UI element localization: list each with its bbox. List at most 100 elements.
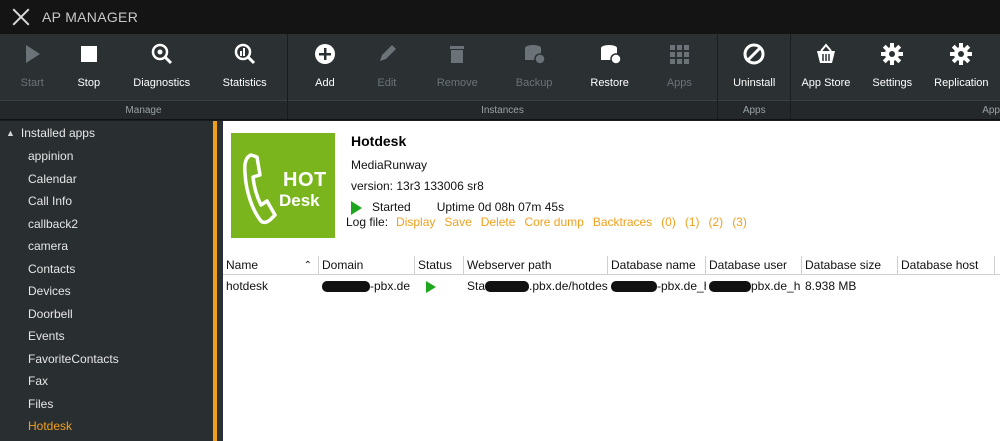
column-header-webserver-path[interactable]: Webserver path bbox=[464, 256, 608, 275]
cell-database-name: -pbx.de_ho bbox=[608, 276, 706, 296]
instances-table-header: Name ⌃ Domain Status Webserver path Data… bbox=[223, 256, 1000, 275]
toolbar: Start Stop Diagnostics Statistics Manage… bbox=[0, 34, 1000, 120]
cell-name: hotdesk bbox=[226, 279, 269, 293]
column-header-name[interactable]: Name ⌃ bbox=[223, 256, 319, 275]
app-info: Hotdesk MediaRunway version: 13r3 133006… bbox=[351, 133, 564, 218]
app-vendor: MediaRunway bbox=[351, 158, 428, 172]
close-icon[interactable] bbox=[10, 6, 32, 28]
redaction-mark bbox=[611, 281, 657, 293]
statistics-icon bbox=[233, 42, 257, 66]
sidebar-item-appinion[interactable]: appinion bbox=[0, 145, 213, 168]
phone-handset-icon bbox=[243, 153, 277, 225]
app-version: version: 13r3 133006 sr8 bbox=[351, 179, 484, 193]
backtrace-0-link[interactable]: (0) bbox=[661, 215, 676, 229]
settings-button[interactable]: Settings bbox=[872, 34, 912, 100]
backtrace-2-link[interactable]: (2) bbox=[709, 215, 724, 229]
sidebar-item-hotdesk[interactable]: Hotdesk bbox=[0, 415, 213, 438]
backup-button[interactable]: Backup bbox=[516, 34, 552, 100]
cell-database-size: 8.938 MB bbox=[805, 279, 857, 293]
statistics-button[interactable]: Statistics bbox=[223, 34, 267, 100]
log-file-label: Log file: bbox=[346, 215, 389, 229]
collapse-arrow-icon: ▲ bbox=[6, 128, 15, 138]
add-icon bbox=[313, 42, 337, 66]
group-label-app: App bbox=[791, 100, 1000, 119]
sidebar-item-events[interactable]: Events bbox=[0, 325, 213, 348]
backtrace-1-link[interactable]: (1) bbox=[685, 215, 700, 229]
app-detail-panel: HOT Desk Hotdesk MediaRunway version: 13… bbox=[223, 121, 1000, 441]
table-row[interactable]: hotdesk -pbx.de Sta .pbx.de/hotdesk -pbx.… bbox=[223, 276, 1000, 296]
column-header-status[interactable]: Status bbox=[415, 256, 464, 275]
log-backtraces-link[interactable]: Backtraces bbox=[593, 215, 652, 229]
group-label-manage: Manage bbox=[0, 100, 287, 119]
hotdesk-logo: HOT Desk bbox=[231, 133, 335, 238]
log-core-dump-link[interactable]: Core dump bbox=[524, 215, 583, 229]
redaction-mark bbox=[485, 281, 530, 293]
add-button[interactable]: Add bbox=[313, 34, 337, 100]
group-apps: Uninstall Apps bbox=[717, 34, 792, 119]
app-store-button[interactable]: App Store bbox=[801, 34, 850, 100]
group-instances: Add Edit Remove Backup Restore Apps Inst… bbox=[287, 34, 718, 119]
redaction-mark bbox=[322, 281, 370, 293]
pencil-icon bbox=[375, 42, 399, 66]
play-icon bbox=[20, 42, 44, 66]
log-file-row: Log file: Display Save Delete Core dump … bbox=[346, 213, 756, 231]
sidebar-item-fax[interactable]: Fax bbox=[0, 370, 213, 393]
restore-button[interactable]: Restore bbox=[590, 34, 629, 100]
column-header-database-user[interactable]: Database user bbox=[706, 256, 802, 275]
cell-database-host bbox=[898, 276, 995, 296]
sidebar: ▲ Installed apps appinion Calendar Call … bbox=[0, 121, 213, 441]
running-status-icon bbox=[426, 280, 436, 293]
cell-database-user: pbx.de_h bbox=[706, 276, 802, 296]
column-header-database-name[interactable]: Database name bbox=[608, 256, 706, 275]
backtrace-3-link[interactable]: (3) bbox=[732, 215, 747, 229]
diagnostics-icon bbox=[150, 42, 174, 66]
group-label-apps: Apps bbox=[717, 100, 791, 119]
column-header-domain[interactable]: Domain bbox=[319, 256, 415, 275]
basket-icon bbox=[814, 42, 838, 66]
remove-button[interactable]: Remove bbox=[437, 34, 478, 100]
title-bar: AP MANAGER bbox=[0, 0, 1000, 34]
replication-button[interactable]: Replication bbox=[934, 34, 989, 100]
redaction-mark bbox=[709, 281, 751, 293]
diagnostics-button[interactable]: Diagnostics bbox=[133, 34, 190, 100]
sidebar-item-favoritecontacts[interactable]: FavoriteContacts bbox=[0, 348, 213, 371]
uninstall-icon bbox=[742, 42, 766, 66]
sidebar-item-files[interactable]: Files bbox=[0, 393, 213, 416]
edit-button[interactable]: Edit bbox=[375, 34, 399, 100]
group-app: App Store Settings Replication App bbox=[791, 34, 1000, 119]
column-header-database-host[interactable]: Database host bbox=[898, 256, 995, 275]
sort-ascending-icon: ⌃ bbox=[303, 260, 312, 271]
backup-icon bbox=[522, 42, 546, 66]
sidebar-item-doorbell[interactable]: Doorbell bbox=[0, 303, 213, 326]
sidebar-item-callback2[interactable]: callback2 bbox=[0, 213, 213, 236]
group-label-instances: Instances bbox=[287, 100, 717, 119]
trash-icon bbox=[445, 42, 469, 66]
log-display-link[interactable]: Display bbox=[396, 215, 435, 229]
sidebar-item-camera[interactable]: camera bbox=[0, 235, 213, 258]
group-manage: Start Stop Diagnostics Statistics Manage bbox=[0, 34, 288, 119]
gear-icon bbox=[949, 42, 973, 66]
sidebar-item-devices[interactable]: Devices bbox=[0, 280, 213, 303]
column-header-database-size[interactable]: Database size bbox=[802, 256, 898, 275]
sidebar-item-contacts[interactable]: Contacts bbox=[0, 258, 213, 281]
cell-domain: -pbx.de bbox=[319, 276, 415, 296]
uninstall-button[interactable]: Uninstall bbox=[733, 34, 775, 100]
cell-status bbox=[415, 276, 464, 296]
log-save-link[interactable]: Save bbox=[444, 215, 471, 229]
cell-webserver-path: Sta .pbx.de/hotdesk bbox=[467, 279, 608, 293]
app-title: AP MANAGER bbox=[42, 9, 139, 25]
apps-button[interactable]: Apps bbox=[667, 34, 692, 100]
restore-icon bbox=[598, 42, 622, 66]
app-name: Hotdesk bbox=[351, 133, 407, 149]
gear-icon bbox=[880, 42, 904, 66]
logo-text-desk: Desk bbox=[279, 191, 320, 210]
sidebar-item-call-info[interactable]: Call Info bbox=[0, 190, 213, 213]
stop-icon bbox=[77, 42, 101, 66]
grid-icon bbox=[667, 42, 691, 66]
stop-button[interactable]: Stop bbox=[77, 34, 101, 100]
log-delete-link[interactable]: Delete bbox=[481, 215, 516, 229]
logo-text-hot: HOT bbox=[283, 169, 327, 191]
start-button[interactable]: Start bbox=[20, 34, 44, 100]
installed-apps-header[interactable]: ▲ Installed apps bbox=[0, 121, 213, 145]
sidebar-item-calendar[interactable]: Calendar bbox=[0, 168, 213, 191]
